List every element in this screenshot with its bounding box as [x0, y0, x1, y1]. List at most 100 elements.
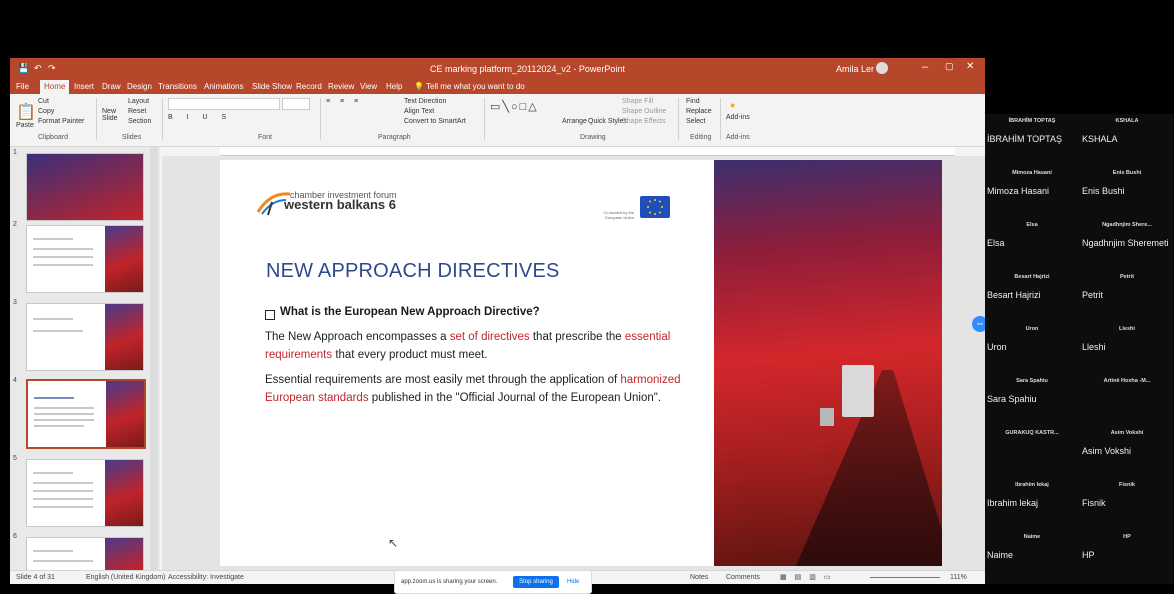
participant-name: Uron [987, 342, 1007, 352]
align-text-button[interactable]: Align Text [404, 108, 434, 115]
participant-label: Mimoza Hasani [1012, 170, 1052, 176]
participant-tile[interactable]: Ngadhnjim Shere... Ngadhnjim Sheremeti [1080, 218, 1174, 264]
tab-help[interactable]: Help [386, 80, 402, 94]
maximize-icon[interactable]: ▢ [945, 61, 954, 72]
paste-icon[interactable]: 📋 [16, 102, 36, 122]
tab-design[interactable]: Design [127, 80, 152, 94]
tab-record[interactable]: Record [296, 80, 322, 94]
tab-draw[interactable]: Draw [102, 80, 121, 94]
slide-thumbnail-6[interactable] [26, 537, 144, 572]
participant-tile[interactable]: Ibrahim lekaj Ibrahim lekaj [985, 478, 1079, 524]
participant-label: Asim Vokshi [1110, 430, 1144, 436]
slide-thumbnail-5[interactable] [26, 459, 144, 527]
slide-headline: NEW APPROACH DIRECTIVES [266, 260, 560, 282]
slide[interactable]: chamber investment forum western balkans… [220, 160, 942, 566]
stop-sharing-button[interactable]: Stop sharing [513, 576, 559, 588]
view-buttons[interactable]: ▦▤▥▭ [780, 573, 838, 581]
slide-thumbnail-3[interactable] [26, 303, 144, 371]
font-name-box[interactable] [168, 98, 280, 110]
font-size-box[interactable] [282, 98, 310, 110]
drawing-group-label: Drawing [580, 134, 606, 141]
participant-tile[interactable]: Uron Uron [985, 322, 1079, 368]
slide-thumbnail-4-selected[interactable] [26, 379, 146, 449]
accessibility-status[interactable]: Accessibility: Investigate [168, 574, 244, 581]
language-status[interactable]: English (United Kingdom) [86, 574, 165, 581]
slide-thumbnail-1[interactable] [26, 153, 144, 221]
save-icon[interactable]: 💾 [18, 63, 29, 74]
undo-icon[interactable]: ↶ [34, 63, 42, 74]
tab-view[interactable]: View [360, 80, 377, 94]
participant-name: Lleshi [1082, 342, 1106, 352]
find-button[interactable]: Find [686, 98, 700, 105]
close-icon[interactable]: ✕ [966, 61, 974, 72]
participant-tile[interactable]: HP HP [1080, 530, 1174, 576]
ribbon: 📋 Paste Cut Copy Format Painter Clipboar… [10, 94, 985, 147]
list-buttons[interactable]: ≡ ≡ ≡ [326, 98, 362, 105]
select-button[interactable]: Select [686, 118, 705, 125]
copy-button[interactable]: Copy [38, 108, 54, 115]
participant-tile[interactable]: Enis Bushi Enis Bushi [1080, 166, 1174, 212]
participant-tile[interactable]: Petrit Petrit [1080, 270, 1174, 316]
shape-fill-button[interactable]: Shape Fill [622, 98, 653, 105]
tell-me-box[interactable]: Tell me what you want to do [426, 80, 525, 94]
participant-name: Mimoza Hasani [987, 186, 1050, 196]
tab-transitions[interactable]: Transitions [158, 80, 197, 94]
arrange-button[interactable]: Arrange [562, 118, 587, 125]
redo-icon[interactable]: ↷ [48, 63, 56, 74]
tab-slide-show[interactable]: Slide Show [252, 80, 292, 94]
tab-animations[interactable]: Animations [204, 80, 244, 94]
participant-tile[interactable]: Asim Vokshi Asim Vokshi [1080, 426, 1174, 472]
logo-title: western balkans 6 [284, 197, 396, 212]
user-name[interactable]: Amila Ler [836, 64, 874, 74]
comments-button[interactable]: Comments [726, 574, 760, 581]
minimize-icon[interactable]: – [922, 61, 928, 73]
clipboard-group-label: Clipboard [38, 134, 68, 141]
new-slide-button[interactable]: New Slide [102, 108, 126, 122]
shape-effects-button[interactable]: Shape Effects [622, 118, 665, 125]
notes-button[interactable]: Notes [690, 574, 708, 581]
shape-outline-button[interactable]: Shape Outline [622, 108, 666, 115]
participant-label: Fisnik [1119, 482, 1135, 488]
hide-link[interactable]: Hide [567, 576, 579, 588]
cut-button[interactable]: Cut [38, 98, 49, 105]
participant-tile[interactable]: KSHALA KSHALA [1080, 114, 1174, 160]
participant-tile[interactable]: Mimoza Hasani Mimoza Hasani [985, 166, 1079, 212]
tab-file[interactable]: File [16, 80, 29, 94]
shapes-gallery[interactable]: ▭╲○□△ [490, 100, 539, 113]
title-bar: 💾 ↶ ↷ CE marking platform_20112024_v2 - … [10, 58, 985, 80]
checkbox-bullet-icon [265, 310, 275, 320]
participant-tile[interactable]: Besart Hajrizi Besart Hajrizi [985, 270, 1079, 316]
zoom-slider[interactable] [870, 577, 940, 578]
participant-name: Enis Bushi [1082, 186, 1125, 196]
participant-tile[interactable]: Fisnik Fisnik [1080, 478, 1174, 524]
addins-button[interactable]: Add-ins [726, 114, 750, 121]
participant-tile[interactable]: Sara Spahiu Sara Spahiu [985, 374, 1079, 420]
paste-button[interactable]: Paste [16, 122, 34, 129]
reset-button[interactable]: Reset [128, 108, 146, 115]
participant-tile[interactable]: Naime Naime [985, 530, 1079, 576]
participant-tile[interactable]: Elsa Elsa [985, 218, 1079, 264]
participant-tile[interactable]: Artinë Hoxha -M... [1080, 374, 1174, 420]
format-painter-button[interactable]: Format Painter [38, 118, 84, 125]
thumb-number: 4 [13, 377, 17, 384]
font-format-buttons[interactable]: B I U S [168, 114, 232, 121]
convert-smartart-button[interactable]: Convert to SmartArt [404, 118, 466, 125]
text-direction-button[interactable]: Text Direction [404, 98, 446, 105]
replace-button[interactable]: Replace [686, 108, 712, 115]
thumbnail-scrollbar[interactable] [150, 147, 158, 570]
zoom-level[interactable]: 111% [950, 574, 967, 581]
section-button[interactable]: Section [128, 118, 151, 125]
tab-review[interactable]: Review [328, 80, 354, 94]
slide-thumbnail-2[interactable] [26, 225, 144, 293]
participant-tile[interactable]: GURAKUQ KASTR... [985, 426, 1079, 472]
participant-name: Besart Hajrizi [987, 290, 1041, 300]
layout-button[interactable]: Layout [128, 98, 149, 105]
tab-home[interactable]: Home [40, 80, 70, 94]
avatar[interactable] [876, 62, 888, 74]
paragraph-group-label: Paragraph [378, 134, 411, 141]
participant-tile[interactable]: Lleshi Lleshi [1080, 322, 1174, 368]
slide-question: What is the European New Approach Direct… [280, 306, 540, 318]
text-run: that every product must meet. [332, 349, 488, 361]
participant-tile[interactable]: İBRAHİM TOPTAŞ İBRAHİM TOPTAŞ [985, 114, 1079, 160]
tab-insert[interactable]: Insert [74, 80, 94, 94]
